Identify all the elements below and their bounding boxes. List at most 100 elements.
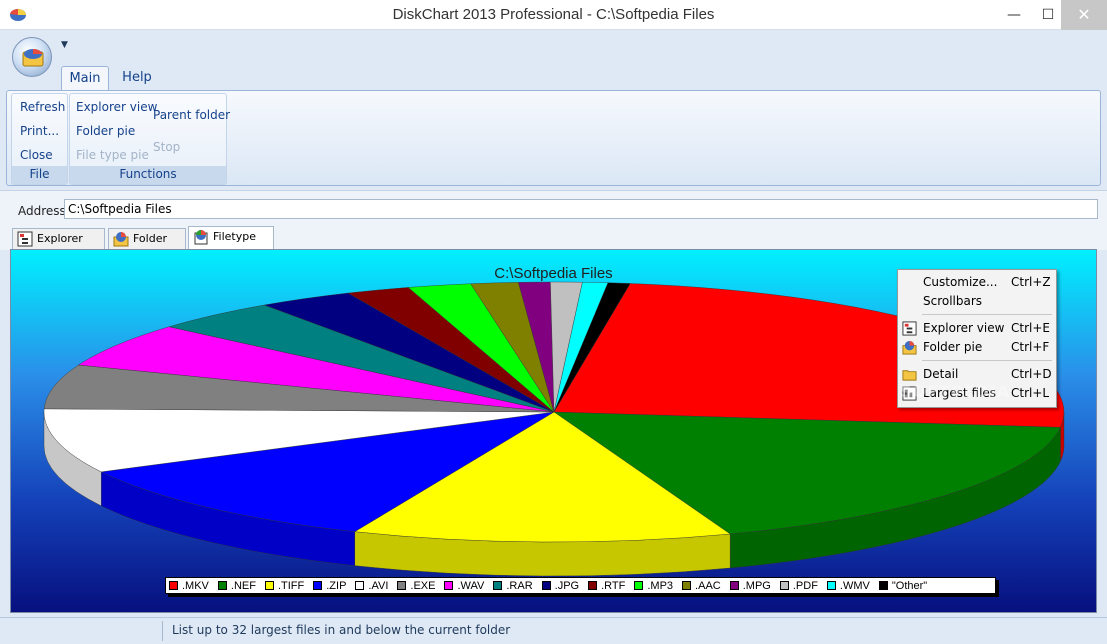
legend-label: .EXE	[410, 579, 436, 592]
folder-pie-button[interactable]: Folder pie	[76, 124, 135, 138]
file-type-pie-button[interactable]: File type pie	[76, 148, 149, 162]
legend-item: "Other"	[878, 579, 928, 592]
functions-group-label: Functions	[70, 166, 226, 184]
legend-item: .AVI	[355, 580, 388, 592]
legend-label: .ZIP	[326, 579, 347, 592]
address-label: Address:	[18, 204, 70, 218]
legend-swatch	[826, 581, 836, 590]
menu-item-folder-pie[interactable]: Folder pie Ctrl+F	[898, 338, 1056, 357]
menu-item-explorer-view-label: Explorer view	[923, 321, 1005, 335]
quick-access-bar	[0, 30, 1107, 66]
folder-pie-icon	[113, 232, 129, 247]
title-bar: DiskChart 2013 Professional - C:\Softped…	[0, 0, 1107, 30]
legend-swatch	[444, 581, 454, 590]
legend-item: .JPG	[541, 579, 580, 592]
legend-label: .NEF	[230, 579, 256, 592]
menu-item-scrollbars-label: Scrollbars	[923, 294, 983, 308]
parent-folder-button[interactable]: Parent folder	[153, 108, 230, 122]
tab-explorer-view[interactable]: Explorer view	[12, 228, 105, 265]
address-bar: Address: C:\Softpedia Files	[0, 190, 1107, 226]
refresh-button[interactable]: Refresh	[20, 100, 65, 114]
legend-swatch	[682, 581, 692, 590]
softpedia-watermark: SOFTPEDIA	[900, 382, 1011, 401]
explorer-view-icon	[17, 231, 33, 247]
address-input[interactable]: C:\Softpedia Files	[64, 199, 1098, 219]
file-group: Refresh Print... Close File	[11, 93, 68, 185]
menu-item-customize[interactable]: Customize... Ctrl+Z	[898, 273, 1056, 292]
tab-main[interactable]: Main	[61, 66, 109, 91]
legend-swatch	[169, 581, 178, 590]
menu-item-customize-shortcut: Ctrl+Z	[1011, 275, 1051, 289]
explorer-view-button[interactable]: Explorer view	[76, 100, 157, 114]
legend-label: .AVI	[368, 579, 389, 592]
file-group-label: File	[12, 166, 67, 184]
legend-swatch	[264, 581, 274, 590]
legend-item: .AAC	[682, 580, 721, 592]
menu-separator	[922, 360, 1052, 361]
legend-swatch	[541, 581, 551, 590]
legend-swatch	[588, 581, 598, 590]
legend-item: .MPG	[729, 579, 771, 592]
legend-item: .WAV	[444, 580, 484, 592]
functions-group: Explorer view Folder pie File type pie P…	[69, 93, 230, 185]
explorer-view-icon	[902, 321, 917, 336]
legend-item: .MKV	[169, 580, 209, 592]
ribbon-tabs: Main Help	[0, 66, 1107, 91]
menu-item-explorer-view[interactable]: Explorer view Ctrl+E	[898, 319, 1056, 338]
close-window-button[interactable]: ✕	[1061, 0, 1107, 30]
legend-item: .EXE	[397, 580, 435, 592]
legend-label: .TIFF	[277, 579, 305, 592]
filetype-pie-icon	[194, 230, 208, 245]
legend-label: .MPG	[742, 579, 771, 592]
maximize-button[interactable]: ☐	[1031, 0, 1065, 30]
legend-item: .TIFF	[264, 579, 305, 592]
menu-separator	[922, 314, 1052, 315]
tab-folder-pie[interactable]: Folder pie	[108, 228, 186, 265]
application-menu-button[interactable]	[12, 37, 52, 77]
status-bar: List up to 32 largest files in and below…	[0, 617, 1107, 644]
menu-item-folder-pie-label: Folder pie	[923, 340, 983, 354]
stop-button[interactable]: Stop	[153, 140, 180, 154]
menu-item-largest-files-shortcut: Ctrl+L	[1011, 386, 1050, 400]
close-button[interactable]: Close	[20, 148, 53, 162]
window-title: DiskChart 2013 Professional - C:\Softped…	[392, 6, 715, 23]
legend-label: .MKV	[182, 579, 209, 592]
folder-pie-icon	[902, 340, 917, 355]
minimize-button[interactable]: —	[997, 0, 1031, 30]
legend-label: .RAR	[506, 579, 533, 592]
menu-item-explorer-view-shortcut: Ctrl+E	[1011, 321, 1050, 335]
app-orb-icon	[22, 49, 44, 67]
legend-label: .AAC	[695, 579, 721, 592]
legend-item: .PDF	[779, 579, 818, 592]
legend-item: .ZIP	[313, 580, 346, 592]
legend-label: .RTF	[601, 579, 626, 592]
status-separator	[162, 621, 163, 641]
menu-item-customize-label: Customize...	[923, 275, 998, 289]
legend-swatch	[397, 581, 407, 590]
legend-swatch	[878, 581, 888, 590]
tab-help[interactable]: Help	[113, 66, 161, 91]
legend-item: .RTF	[588, 580, 625, 592]
legend-item: .WMV	[826, 579, 870, 592]
view-tabs: Explorer view Folder pie Filetype pie	[0, 226, 1107, 265]
tab-filetype-pie[interactable]: Filetype pie	[188, 226, 274, 263]
legend-label: .WMV	[839, 579, 870, 592]
legend-swatch	[313, 581, 323, 590]
legend-item: .MP3	[634, 580, 673, 592]
print-button[interactable]: Print...	[20, 124, 59, 138]
legend-swatch	[493, 581, 503, 590]
menu-item-scrollbars[interactable]: Scrollbars	[898, 292, 1056, 311]
legend-item: .NEF	[217, 579, 256, 592]
legend-label: .JPG	[554, 579, 580, 592]
chart-legend: .MKV .NEF .TIFF .ZIP .AVI .EXE .WAV .RAR .JPG .RT…	[165, 577, 996, 594]
ribbon-panel: Refresh Print... Close File Explorer vie…	[6, 90, 1101, 186]
legend-label: .PDF	[792, 579, 818, 592]
quick-access-dropdown-icon[interactable]: ▼	[61, 40, 68, 50]
legend-swatch	[355, 581, 365, 590]
legend-swatch	[729, 581, 739, 590]
folder-icon	[902, 370, 917, 381]
legend-swatch	[779, 581, 789, 590]
legend-label: "Other"	[891, 579, 928, 592]
status-message: List up to 32 largest files in and below…	[172, 623, 511, 637]
legend-label: .WAV	[457, 579, 485, 592]
